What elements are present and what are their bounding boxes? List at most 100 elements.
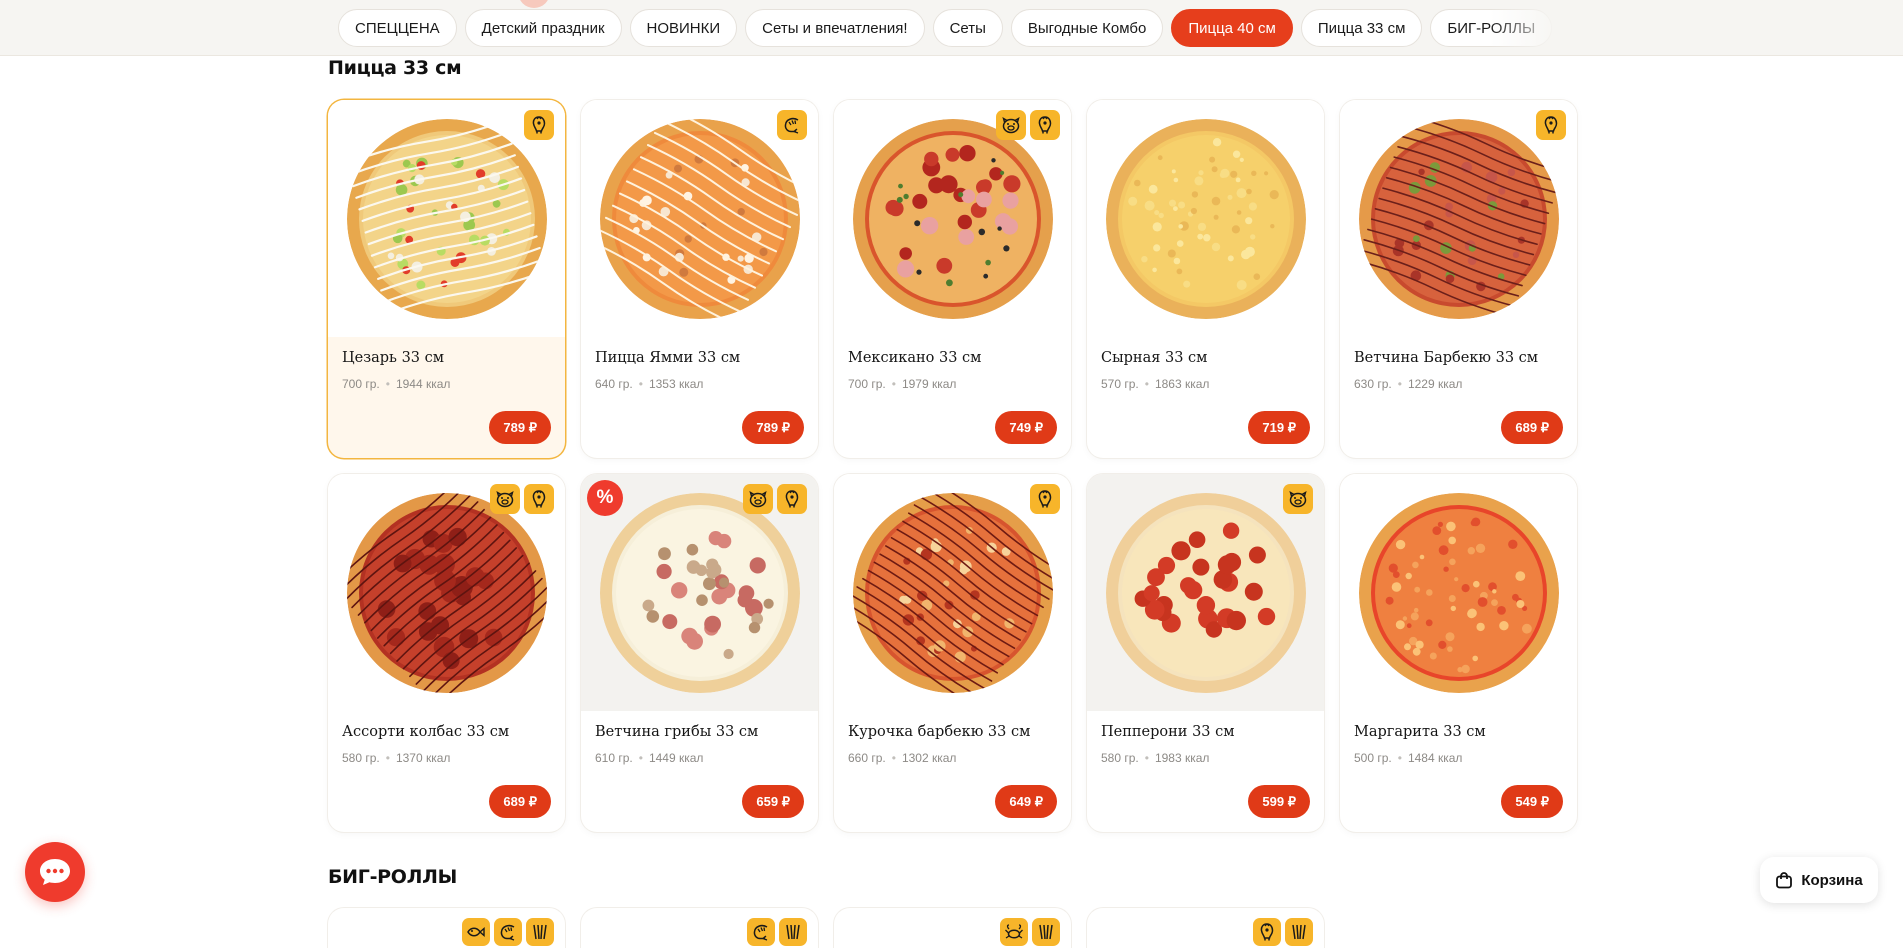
product-card[interactable] [581,908,818,948]
shrimp-icon [777,110,807,140]
product-badges [1030,484,1060,514]
product-weight: 610 гр. [595,751,633,765]
category-nav: СПЕЦЦЕНА Детский праздник НОВИНКИ Сеты и вп… [0,0,1903,56]
product-image[interactable] [1340,474,1577,711]
fish-icon [462,918,490,946]
product-badges [462,918,554,946]
product-name: Курочка барбекю 33 см [848,724,1031,740]
meta-separator: • [638,377,643,391]
product-name: Пепперони 33 см [1101,724,1235,740]
chicken-icon [1253,918,1281,946]
product-badges [1253,918,1313,946]
category-chip[interactable]: Сеты и впечатления! [745,9,925,47]
product-meta: 700 гр. • 1979 ккал [848,377,956,391]
product-card[interactable]: Ветчина Барбекю 33 см 630 гр. • 1229 ккал 68… [1340,100,1577,458]
pig-icon [996,110,1026,140]
pig-icon [743,484,773,514]
product-card[interactable]: Пепперони 33 см 580 гр. • 1983 ккал 599 ₽ [1087,474,1324,832]
crab-icon [1000,918,1028,946]
price-button[interactable]: 689 ₽ [1501,411,1563,444]
product-badges [524,110,554,140]
product-name: Ветчина грибы 33 см [595,724,759,740]
product-badges [1000,918,1060,946]
category-chip[interactable]: Детский праздник [464,9,622,47]
category-chip[interactable]: Пицца 40 см [1171,9,1293,47]
category-chip[interactable]: Выгодные Комбо [1010,9,1164,47]
product-weight: 660 гр. [848,751,886,765]
pizza-image [346,492,547,693]
cart-button[interactable]: Корзина [1760,857,1878,903]
category-chip[interactable]: СПЕЦЦЕНА [338,9,457,47]
chicken-icon [524,484,554,514]
price-button[interactable]: 719 ₽ [1248,411,1310,444]
chat-button[interactable] [25,842,85,902]
chicken-icon [777,484,807,514]
category-chip[interactable]: БИГ-РОЛЛЫ [1430,9,1553,47]
product-card[interactable]: Пицца Ямми 33 см 640 гр. • 1353 ккал 789 ₽ [581,100,818,458]
chicken-icon [1536,110,1566,140]
product-card[interactable]: Маргарита 33 см 500 гр. • 1484 ккал 549 ₽ [1340,474,1577,832]
pizza-image [1105,492,1306,693]
product-kcal: 1979 ккал [901,377,957,391]
category-chip[interactable]: НОВИНКИ [629,9,738,47]
price-button[interactable]: 549 ₽ [1501,785,1563,818]
product-kcal: 1449 ккал [648,751,704,765]
product-card[interactable]: % Ветчина грибы 33 см 610 гр. • 1449 ккал 659… [581,474,818,832]
product-meta: 610 гр. • 1449 ккал [595,751,703,765]
product-badges [747,918,807,946]
product-meta: 570 гр. • 1863 ккал [1101,377,1209,391]
product-card[interactable]: Мексикано 33 см 700 гр. • 1979 ккал 749 ₽ [834,100,1071,458]
promo-badge: % [587,480,623,516]
sticks-icon [1032,918,1060,946]
product-weight: 570 гр. [1101,377,1139,391]
product-weight: 700 гр. [848,377,886,391]
pizza-image [852,492,1053,693]
product-name: Маргарита 33 см [1354,724,1486,740]
price-button[interactable]: 599 ₽ [1248,785,1310,818]
product-meta: 660 гр. • 1302 ккал [848,751,956,765]
product-kcal: 1302 ккал [901,751,957,765]
category-chips: СПЕЦЦЕНА Детский праздник НОВИНКИ Сеты и вп… [338,9,1555,47]
product-card[interactable]: Ассорти колбас 33 см 580 гр. • 1370 ккал 689… [328,474,565,832]
product-weight: 580 гр. [342,751,380,765]
category-chip[interactable]: Пицца 33 см [1300,9,1423,47]
product-name: Сырная 33 см [1101,350,1208,366]
section-title-pizza-33: Пицца 33 см [328,57,462,79]
product-image[interactable] [1087,100,1324,337]
product-weight: 700 гр. [342,377,380,391]
rolls-grid-partial [328,908,1324,948]
pizza-image [1105,118,1306,319]
section-title-big-rolls: БИГ-РОЛЛЫ [328,866,458,888]
price-button[interactable]: 689 ₽ [489,785,551,818]
pizza-image [1358,492,1559,693]
product-card[interactable] [1087,908,1324,948]
product-badges [1283,484,1313,514]
category-chip[interactable]: Сеты [932,9,1003,47]
product-card[interactable]: Курочка барбекю 33 см 660 гр. • 1302 ккал 64… [834,474,1071,832]
shrimp-icon [494,918,522,946]
product-card[interactable] [328,908,565,948]
product-card[interactable]: Цезарь 33 см 700 гр. • 1944 ккал 789 ₽ [328,100,565,458]
price-button[interactable]: 659 ₽ [742,785,804,818]
product-card[interactable] [834,908,1071,948]
product-meta: 640 гр. • 1353 ккал [595,377,703,391]
product-kcal: 1229 ккал [1407,377,1463,391]
pizza-image [599,118,800,319]
price-button[interactable]: 789 ₽ [489,411,551,444]
nav-decoration-dot [518,0,550,8]
sticks-icon [779,918,807,946]
product-badges [1536,110,1566,140]
price-button[interactable]: 749 ₽ [995,411,1057,444]
price-button[interactable]: 789 ₽ [742,411,804,444]
meta-separator: • [891,751,896,765]
pizza-image [599,492,800,693]
product-weight: 630 гр. [1354,377,1392,391]
product-name: Мексикано 33 см [848,350,982,366]
product-card[interactable]: Сырная 33 см 570 гр. • 1863 ккал 719 ₽ [1087,100,1324,458]
bag-icon [1776,872,1793,889]
meta-separator: • [385,751,390,765]
price-button[interactable]: 649 ₽ [995,785,1057,818]
meta-separator: • [1397,751,1402,765]
shrimp-icon [747,918,775,946]
product-name: Ветчина Барбекю 33 см [1354,350,1539,366]
